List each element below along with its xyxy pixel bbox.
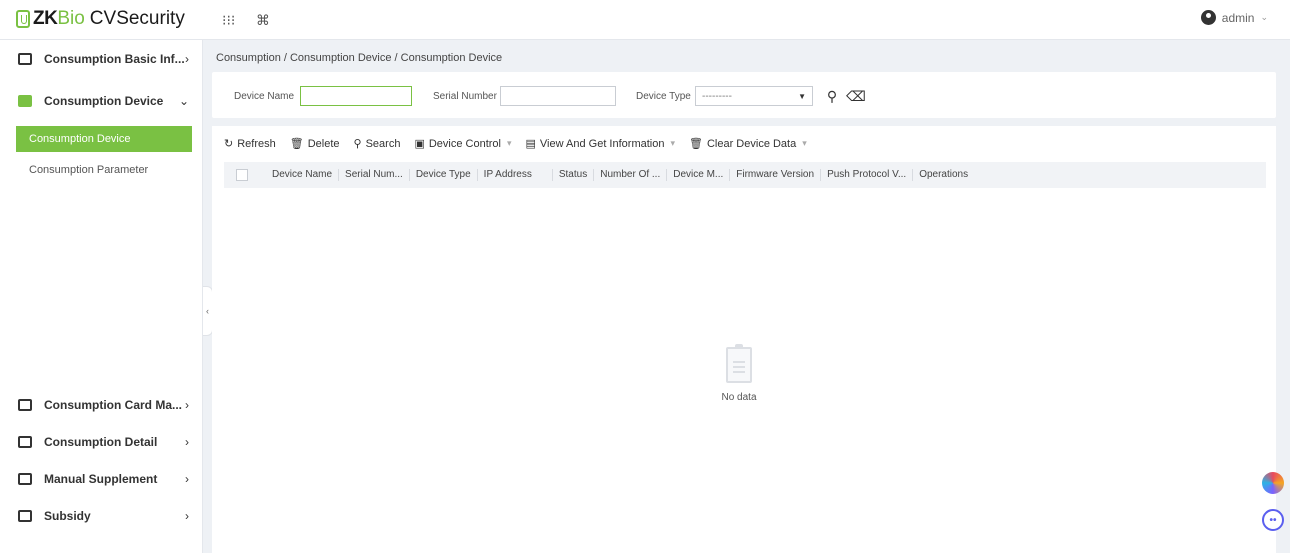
delete-label: Delete: [307, 137, 340, 150]
sidebar-subitem-label: Consumption Device: [29, 133, 131, 145]
chevron-down-icon: ⌄: [1260, 12, 1268, 22]
detail-icon: [18, 436, 32, 448]
serial-number-input[interactable]: [500, 86, 616, 106]
search-label: Search: [365, 137, 401, 150]
sidebar-item-consumption-detail[interactable]: Consumption Detail ›: [0, 423, 203, 461]
logo-shield-icon: [16, 10, 30, 28]
refresh-label: Refresh: [237, 137, 276, 150]
column-header-push-protocol[interactable]: Push Protocol V...: [821, 169, 914, 181]
device-name-input[interactable]: [300, 86, 412, 106]
chevron-right-icon: ›: [185, 435, 189, 449]
grid-icon[interactable]: ⁝⁝⁝: [222, 12, 235, 29]
device-type-label: Device Type: [636, 91, 691, 102]
sidebar-item-consumption-basic-info[interactable]: Consumption Basic Inf... ›: [0, 40, 203, 78]
column-header-firmware-version[interactable]: Firmware Version: [730, 169, 822, 181]
table-header: Device Name Serial Num... Device Type IP…: [224, 162, 1266, 188]
column-header-device-name[interactable]: Device Name: [266, 169, 340, 181]
sidebar-item-label: Consumption Card Ma...: [44, 398, 182, 412]
device-control-dropdown[interactable]: ▣ Device Control ▾: [414, 137, 512, 151]
chevron-right-icon: ›: [185, 509, 189, 523]
select-all-checkbox[interactable]: [236, 169, 248, 181]
user-icon: [1200, 10, 1216, 25]
caret-down-icon: ▾: [802, 138, 807, 148]
sidebar-item-consumption-card[interactable]: Consumption Card Ma... ›: [0, 386, 203, 424]
chevron-right-icon: ›: [185, 398, 189, 412]
trash-icon: 🗑: [689, 138, 703, 150]
sidebar-item-subsidy[interactable]: Subsidy ›: [0, 497, 203, 535]
empty-state: No data: [709, 344, 769, 403]
sidebar-item-label: Manual Supplement: [44, 472, 158, 486]
ai-assistant-icon[interactable]: [1262, 472, 1284, 494]
sidebar: Consumption Basic Inf... › Consumption D…: [0, 40, 203, 553]
column-header-number-of[interactable]: Number Of ...: [594, 169, 668, 181]
column-header-serial-number[interactable]: Serial Num...: [339, 169, 410, 181]
toolbar: ↻ Refresh 🗑 Delete ⚲ Search ▣ Device Con…: [224, 137, 821, 151]
chevron-right-icon: ›: [185, 472, 189, 486]
serial-number-label: Serial Number: [433, 91, 497, 102]
sidebar-item-consumption-device[interactable]: Consumption Device ⌄: [0, 82, 203, 120]
app-logo[interactable]: ZK Bio CVSecurity: [16, 8, 185, 30]
chevron-left-icon: ‹: [206, 306, 209, 316]
sidebar-item-label: Consumption Detail: [44, 435, 158, 449]
sidebar-subitem-consumption-parameter[interactable]: Consumption Parameter: [16, 157, 192, 183]
sidebar-item-label: Subsidy: [44, 509, 91, 523]
caret-down-icon: ▼: [798, 91, 806, 101]
device-control-label: Device Control: [428, 137, 501, 150]
command-icon[interactable]: ⌘: [256, 12, 270, 29]
card-icon: [18, 399, 32, 411]
breadcrumb: Consumption / Consumption Device / Consu…: [216, 52, 503, 64]
sidebar-subitem-label: Consumption Parameter: [29, 164, 149, 176]
device-type-select[interactable]: --------- ▼: [695, 86, 813, 106]
trash-icon: 🗑: [289, 138, 304, 150]
empty-state-text: No data: [721, 392, 757, 403]
caret-down-icon: ▾: [670, 138, 675, 148]
delete-button[interactable]: 🗑 Delete: [289, 137, 340, 151]
clipboard-icon: [726, 344, 752, 383]
device-name-label: Device Name: [234, 91, 295, 102]
info-card-icon: ▤: [525, 138, 536, 150]
refresh-icon: ↻: [224, 138, 234, 150]
column-header-ip-address[interactable]: IP Address: [478, 169, 553, 181]
search-button[interactable]: ⚲ Search: [353, 137, 401, 151]
sidebar-item-manual-supplement[interactable]: Manual Supplement ›: [0, 460, 203, 498]
column-header-device-model[interactable]: Device M...: [667, 169, 731, 181]
chevron-right-icon: ›: [185, 52, 189, 66]
table-panel: ↻ Refresh 🗑 Delete ⚲ Search ▣ Device Con…: [212, 126, 1276, 553]
monitor-icon: ▣: [414, 138, 425, 150]
filter-panel: Device Name Serial Number Device Type --…: [212, 72, 1276, 118]
view-info-dropdown[interactable]: ▤ View And Get Information ▾: [525, 137, 675, 151]
device-icon: [18, 95, 32, 107]
username: admin: [1221, 10, 1255, 25]
calendar-icon: [18, 53, 32, 65]
logo-product-text: CVSecurity: [89, 8, 185, 29]
view-info-label: View And Get Information: [539, 137, 665, 150]
chat-bot-icon[interactable]: ••: [1262, 509, 1284, 531]
subsidy-icon: [18, 510, 32, 522]
search-icon[interactable]: ⚲: [822, 86, 842, 106]
column-header-device-type[interactable]: Device Type: [410, 169, 478, 181]
supplement-icon: [18, 473, 32, 485]
clear-data-label: Clear Device Data: [706, 137, 797, 150]
user-menu[interactable]: admin ⌄: [1200, 10, 1268, 25]
clear-data-dropdown[interactable]: 🗑 Clear Device Data ▾: [689, 137, 807, 151]
logo-bio-text: Bio: [57, 8, 85, 29]
logo-zk-text: ZK: [33, 8, 58, 29]
column-header-status[interactable]: Status: [553, 169, 595, 181]
eraser-icon[interactable]: ⌫: [846, 86, 866, 106]
search-icon: ⚲: [353, 138, 362, 150]
sidebar-subitem-consumption-device[interactable]: Consumption Device: [16, 126, 192, 152]
column-header-operations[interactable]: Operations: [913, 169, 974, 181]
sidebar-item-label: Consumption Basic Inf...: [44, 52, 185, 66]
sidebar-item-label: Consumption Device: [44, 94, 164, 108]
top-bar: ZK Bio CVSecurity ⁝⁝⁝ ⌘ admin ⌄: [0, 0, 1290, 40]
device-type-value: ---------: [702, 90, 732, 102]
caret-down-icon: ▾: [506, 138, 512, 148]
chevron-down-icon: ⌄: [178, 94, 189, 108]
refresh-button[interactable]: ↻ Refresh: [224, 137, 276, 151]
